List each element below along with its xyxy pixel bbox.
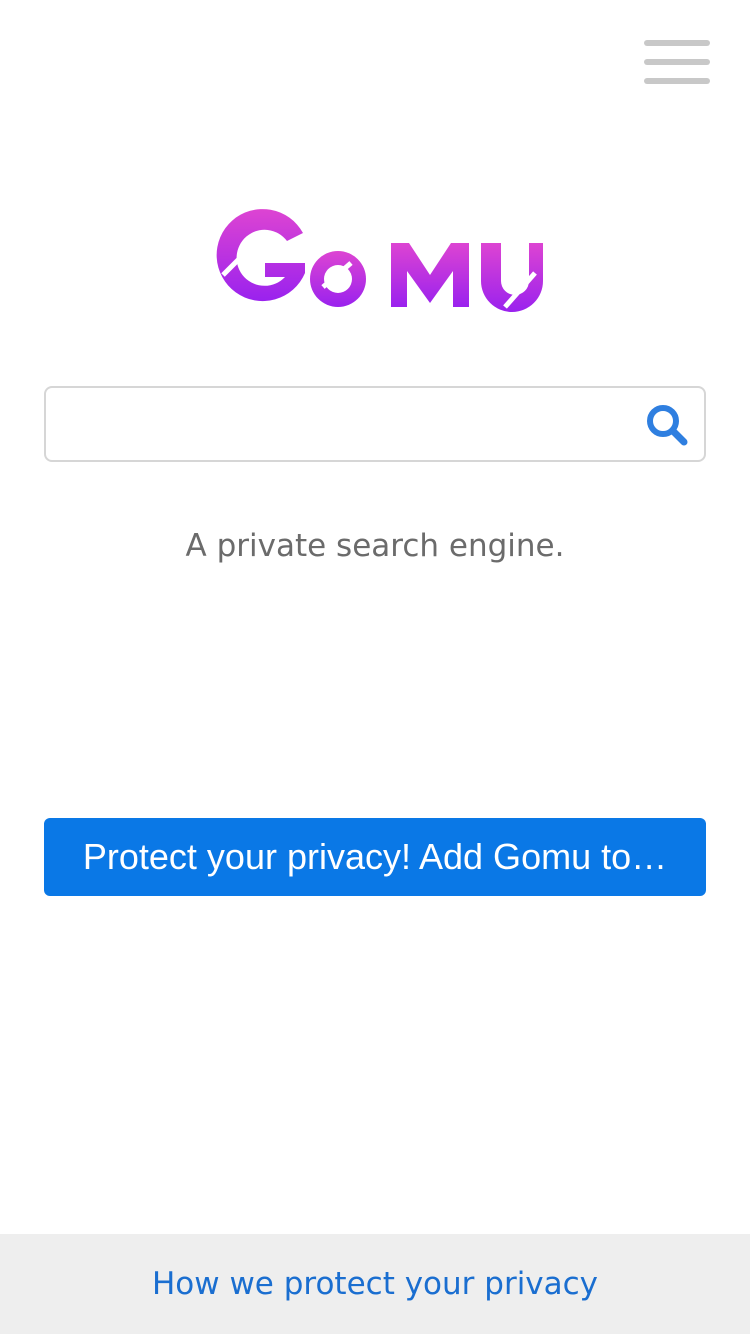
- menu-bar-top: [644, 40, 710, 46]
- search-icon-graphic: [647, 405, 688, 446]
- hamburger-menu-icon[interactable]: [644, 40, 710, 84]
- page: A private search engine. Protect your pr…: [0, 0, 750, 1334]
- logo-graphic: [216, 209, 543, 312]
- tagline: A private search engine.: [185, 528, 565, 564]
- add-gomu-button[interactable]: Protect your privacy! Add Gomu to…: [44, 818, 706, 896]
- search-bar: [44, 386, 706, 462]
- gomu-logo: [205, 205, 550, 315]
- search-input[interactable]: [58, 396, 632, 454]
- search-icon[interactable]: [644, 402, 690, 448]
- menu-bar-middle: [644, 59, 710, 65]
- privacy-info-link[interactable]: How we protect your privacy: [0, 1234, 750, 1334]
- menu-bar-bottom: [644, 78, 710, 84]
- footer: How we protect your privacy: [0, 1234, 750, 1334]
